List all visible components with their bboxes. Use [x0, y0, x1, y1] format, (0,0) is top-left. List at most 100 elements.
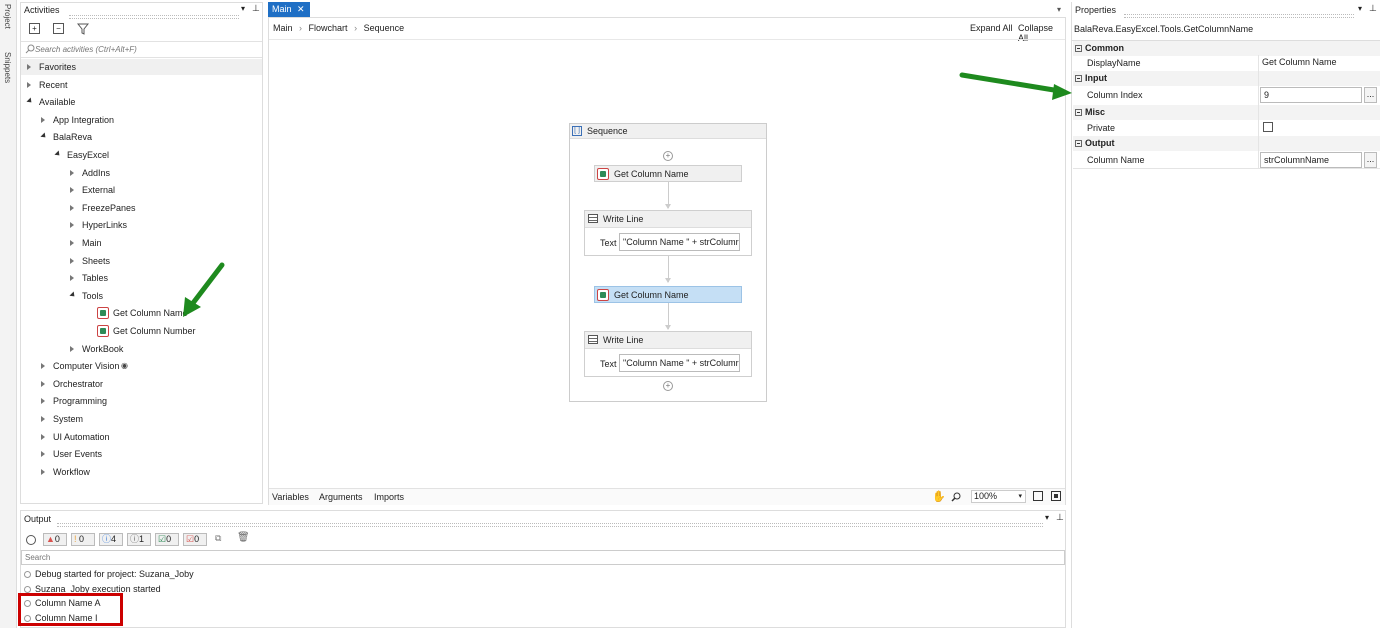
tree-item[interactable]: EasyExcel — [21, 147, 262, 163]
side-tab-snippets[interactable]: Snippets — [1, 52, 15, 102]
failure-filter[interactable]: ☑0 — [183, 533, 207, 546]
collapsed-arrow-icon[interactable] — [70, 257, 74, 264]
collapse-all-icon[interactable]: − — [53, 23, 64, 34]
expanded-arrow-icon[interactable] — [54, 150, 62, 158]
collapsed-arrow-icon[interactable] — [27, 81, 31, 88]
section-misc[interactable]: Misc — [1073, 105, 1380, 120]
info-filter[interactable]: ⓘ4 — [99, 533, 123, 546]
tree-item[interactable]: System — [21, 411, 262, 427]
breadcrumb-main[interactable]: Main — [273, 23, 293, 33]
sequence-container[interactable]: [ ] Sequence + Get Column Name Write Lin… — [569, 123, 767, 402]
breadcrumb-flowchart[interactable]: Flowchart — [309, 23, 348, 33]
collapsed-arrow-icon[interactable] — [70, 345, 74, 352]
tree-item[interactable]: User Events — [21, 446, 262, 462]
tree-item[interactable]: Tools — [21, 288, 262, 304]
variables-tab[interactable]: Variables — [272, 492, 309, 502]
add-activity-icon[interactable]: + — [663, 151, 673, 161]
tree-item[interactable]: Main — [21, 235, 262, 251]
activities-search-input[interactable] — [35, 42, 255, 56]
tree-item[interactable]: Tables — [21, 270, 262, 286]
warnings-filter[interactable]: ! 0 — [71, 533, 95, 546]
text-expression-field[interactable]: "Column Name " + strColumr — [619, 354, 740, 372]
tree-item[interactable]: Favorites — [21, 59, 262, 75]
tree-item[interactable]: Get Column Name — [21, 305, 262, 321]
tree-item[interactable]: BalaReva — [21, 129, 262, 145]
expanded-arrow-icon[interactable] — [26, 97, 34, 105]
tree-item[interactable]: Computer Vision ◉ — [21, 358, 262, 374]
collapsed-arrow-icon[interactable] — [70, 187, 74, 194]
tree-item[interactable]: AddIns — [21, 165, 262, 181]
designer-tabs-menu-icon[interactable]: ▾ — [1057, 5, 1061, 14]
collapsed-arrow-icon[interactable] — [70, 222, 74, 229]
tree-item[interactable]: HyperLinks — [21, 217, 262, 233]
add-activity-icon[interactable]: + — [663, 381, 673, 391]
activity-get-column-name-2[interactable]: Get Column Name — [594, 286, 742, 303]
collapse-icon[interactable] — [1075, 109, 1082, 117]
clock-icon[interactable] — [26, 535, 36, 545]
errors-filter[interactable]: ▲0 — [43, 533, 67, 546]
panel-menu-icon[interactable]: ▾ — [241, 4, 245, 13]
displayname-value[interactable]: Get Column Name — [1262, 54, 1337, 70]
trash-icon[interactable]: 🗑 — [237, 532, 250, 543]
close-tab-icon[interactable]: ✕ — [297, 2, 305, 17]
imports-tab[interactable]: Imports — [374, 492, 404, 502]
collapsed-arrow-icon[interactable] — [41, 468, 45, 475]
tree-item[interactable]: Programming — [21, 393, 262, 409]
collapse-icon[interactable] — [1075, 75, 1082, 83]
collapse-icon[interactable] — [1075, 140, 1082, 148]
pin-icon[interactable]: ⊥ — [252, 3, 260, 14]
collapsed-arrow-icon[interactable] — [41, 380, 45, 387]
tree-item[interactable]: UI Automation — [21, 429, 262, 445]
column-index-ellipsis-button[interactable]: ... — [1364, 87, 1377, 103]
zoom-dropdown[interactable]: 100% ▾ — [971, 490, 1026, 503]
pin-icon[interactable]: ⊥ — [1056, 512, 1064, 523]
section-output[interactable]: Output — [1073, 136, 1380, 151]
text-expression-field[interactable]: "Column Name " + strColumr — [619, 233, 740, 251]
tree-item[interactable]: Available — [21, 94, 262, 110]
tree-item[interactable]: Recent — [21, 77, 262, 93]
private-checkbox[interactable] — [1263, 122, 1273, 132]
column-name-ellipsis-button[interactable]: ... — [1364, 152, 1377, 168]
collapsed-arrow-icon[interactable] — [41, 433, 45, 440]
expand-all-icon[interactable]: + — [29, 23, 40, 34]
tree-item[interactable]: Get Column Number — [21, 323, 262, 339]
expanded-arrow-icon[interactable] — [40, 132, 48, 140]
panel-menu-icon[interactable]: ▾ — [1045, 513, 1049, 522]
collapsed-arrow-icon[interactable] — [41, 363, 45, 370]
panel-menu-icon[interactable]: ▾ — [1358, 4, 1362, 13]
copy-icon[interactable]: ⧉ — [215, 533, 221, 544]
tree-item[interactable]: External — [21, 182, 262, 198]
collapsed-arrow-icon[interactable] — [27, 64, 31, 70]
collapsed-arrow-icon[interactable] — [70, 275, 74, 282]
collapsed-arrow-icon[interactable] — [41, 416, 45, 422]
success-filter[interactable]: ☑0 — [155, 533, 179, 546]
collapse-all-button[interactable]: Collapse All — [1018, 23, 1065, 43]
collapsed-arrow-icon[interactable] — [41, 116, 45, 123]
filter-icon[interactable] — [77, 23, 89, 35]
side-tab-project[interactable]: Project — [1, 4, 15, 44]
fit-screen-icon[interactable] — [1033, 491, 1043, 501]
tree-item[interactable]: Workflow — [21, 464, 262, 480]
breadcrumb-sequence[interactable]: Sequence — [364, 23, 405, 33]
collapsed-arrow-icon[interactable] — [41, 451, 45, 458]
tree-item[interactable]: Sheets — [21, 253, 262, 269]
tree-item[interactable]: WorkBook — [21, 341, 262, 357]
zoom-search-icon[interactable] — [951, 492, 961, 502]
collapse-icon[interactable] — [1075, 45, 1082, 53]
column-index-field[interactable]: 9 — [1260, 87, 1362, 103]
tree-item[interactable]: App Integration — [21, 112, 262, 128]
pin-icon[interactable]: ⊥ — [1369, 3, 1377, 14]
expanded-arrow-icon[interactable] — [69, 291, 77, 299]
collapsed-arrow-icon[interactable] — [70, 240, 74, 246]
collapsed-arrow-icon[interactable] — [70, 204, 74, 211]
tree-item[interactable]: Orchestrator — [21, 376, 262, 392]
expand-all-button[interactable]: Expand All — [970, 23, 1013, 33]
overview-icon[interactable] — [1051, 491, 1061, 501]
tree-item[interactable]: FreezePanes — [21, 200, 262, 216]
activity-write-line-1[interactable]: Write Line Text "Column Name " + strColu… — [584, 210, 752, 256]
hand-icon[interactable]: ✋ — [932, 490, 946, 503]
collapsed-arrow-icon[interactable] — [70, 169, 74, 176]
column-name-field[interactable]: strColumnName — [1260, 152, 1362, 168]
collapsed-arrow-icon[interactable] — [41, 398, 45, 405]
activity-get-column-name-1[interactable]: Get Column Name — [594, 165, 742, 182]
